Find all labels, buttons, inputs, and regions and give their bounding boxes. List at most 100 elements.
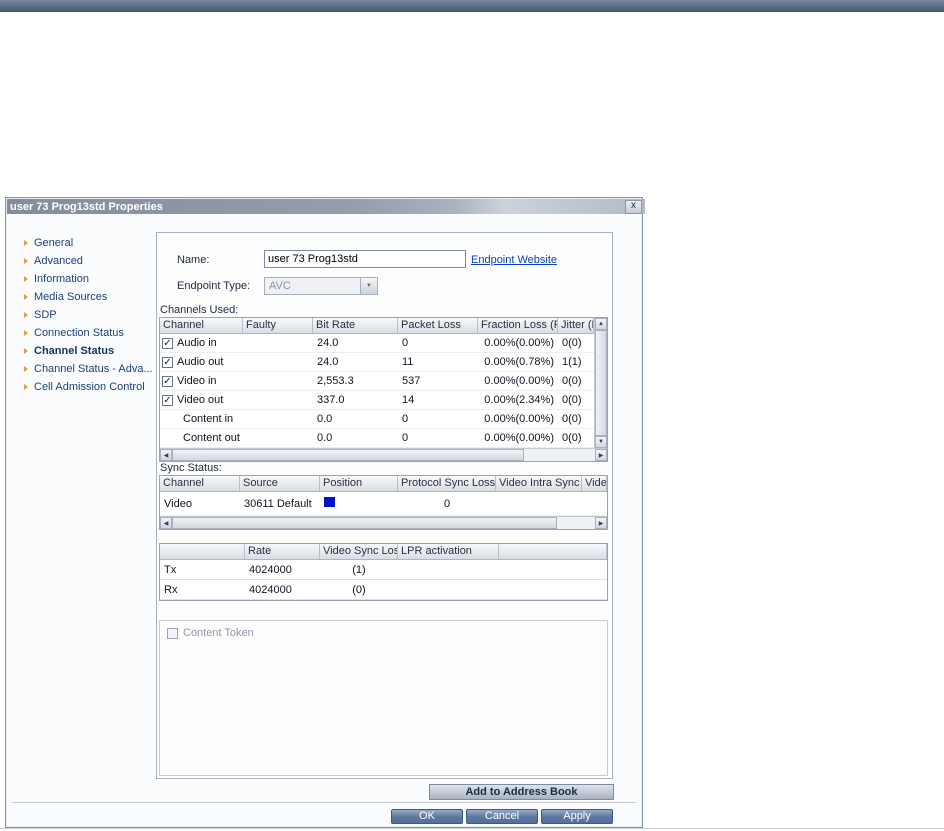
sync-table-header: Channel Source Position Protocol Sync Lo… [160,476,607,492]
sidebar-item-channel-status-advanced[interactable]: Channel Status - Adva... [24,360,156,378]
close-icon[interactable]: x [625,199,642,214]
column-header-video-intra-sync: Video Intra Sync [496,476,582,491]
scroll-down-icon[interactable]: ▼ [595,436,607,448]
sidebar-item-label: SDP [34,309,57,321]
apply-button[interactable]: Apply [541,809,613,824]
column-header-packet-loss: Packet Loss [398,318,478,333]
scroll-left-icon[interactable]: ◀ [160,517,172,529]
sidebar-item-label: Connection Status [34,327,124,339]
scrollbar-thumb[interactable] [172,449,524,461]
table-cell: Video out [160,394,243,406]
table-row-audio-in[interactable]: Audio in 24.0 0 0.00%(0.00%) 0(0) [160,334,594,353]
sidebar-item-label: Channel Status - Adva... [34,363,153,375]
table-row-video-in[interactable]: Video in 2,553.3 537 0.00%(0.00%) 0(0) [160,372,594,391]
channel-checkbox[interactable] [162,337,173,349]
sync-status-table: Channel Source Position Protocol Sync Lo… [159,475,608,530]
content-token-control[interactable]: Content Token [167,627,254,639]
scroll-left-icon[interactable]: ◀ [160,449,172,461]
table-cell: (0) [352,583,366,596]
sidebar-item-label: General [34,237,74,249]
channel-checkbox[interactable] [162,394,173,406]
table-row-tx[interactable]: Tx 4024000 (1) [160,560,607,580]
scroll-right-icon[interactable]: ▶ [595,517,607,529]
column-header-video-r: Video R [582,476,607,491]
sidebar-item-general[interactable]: General [24,234,156,252]
table-row-rx[interactable]: Rx 4024000 (0) [160,580,607,600]
table-cell [320,497,398,510]
column-header-channel: Channel [160,476,240,491]
table-cell: 0(0) [562,394,582,406]
properties-dialog: user 73 Prog13std Properties x General A… [5,197,645,828]
add-to-address-book-button[interactable]: Add to Address Book [429,784,614,800]
name-input[interactable] [264,250,466,268]
channel-name: Audio out [177,356,224,368]
content-token-checkbox[interactable] [167,627,178,639]
table-row-content-out[interactable]: Content out 0.0 0 0.00%(0.00%) 0(0) [160,429,594,448]
table-row-audio-out[interactable]: Audio out 24.0 11 0.00%(0.78%) 1(1) [160,353,594,372]
scrollbar-thumb[interactable] [595,330,607,436]
table-cell: 0(0) [562,375,582,387]
scrollbar-thumb[interactable] [172,517,557,529]
top-banner [0,0,944,12]
sidebar-item-connection-status[interactable]: Connection Status [24,324,156,342]
channels-used-label: Channels Used: [160,304,239,316]
cancel-button[interactable]: Cancel [466,809,538,824]
scroll-up-icon[interactable]: ▲ [595,318,607,330]
chevron-right-icon [24,312,28,318]
table-cell: 0(0) [562,413,582,425]
sidebar-item-label: Advanced [34,255,83,267]
table-cell: Rx [164,583,178,596]
sidebar-item-cell-admission-control[interactable]: Cell Admission Control [24,378,156,396]
table-cell: 0.00%(0.00%) [484,375,554,387]
endpoint-type-select[interactable]: AVC ▼ [264,277,378,295]
endpoint-website-link[interactable]: Endpoint Website [471,254,557,266]
channel-checkbox[interactable] [162,356,173,368]
table-row-video-sync[interactable]: Video 30611 Default 0 [160,492,607,516]
column-header-protocol-sync-loss: Protocol Sync Loss [398,476,496,491]
scroll-right-icon[interactable]: ▶ [595,449,607,461]
endpoint-type-value: AVC [269,280,291,292]
dialog-title: user 73 Prog13std Properties [10,200,163,213]
table-cell: 2,553.3 [317,375,354,387]
table-cell: 0.00%(0.00%) [484,413,554,425]
table-row-content-in[interactable]: Content in 0.0 0 0.00%(0.00%) 0(0) [160,410,594,429]
column-header-channel: Channel [160,318,243,333]
sidebar-item-information[interactable]: Information [24,270,156,288]
horizontal-scrollbar[interactable]: ◀ ▶ [160,448,607,461]
column-header-video-sync-loss: Video Sync Loss [320,544,398,559]
ok-button[interactable]: OK [391,809,463,824]
chevron-right-icon [24,384,28,390]
rate-table-header: Rate Video Sync Loss LPR activation [160,544,607,560]
channel-name: Video in [177,375,217,387]
table-cell: 0(0) [562,337,582,349]
sidebar-item-sdp[interactable]: SDP [24,306,156,324]
channel-checkbox[interactable] [162,375,173,387]
table-cell: 14 [402,394,415,406]
sidebar-item-label: Channel Status [34,345,115,357]
horizontal-scrollbar[interactable]: ◀ ▶ [160,516,607,529]
column-header-source: Source [240,476,320,491]
table-cell: 4024000 [249,563,292,576]
column-header-blank [499,544,607,559]
table-row-video-out[interactable]: Video out 337.0 14 0.00%(2.34%) 0(0) [160,391,594,410]
table-cell: Audio in [160,337,243,349]
sidebar-item-label: Cell Admission Control [34,381,145,393]
vertical-scrollbar[interactable]: ▲ ▼ [594,318,607,448]
content-token-groupbox: Content Token [159,620,608,776]
footer-divider [12,802,636,804]
sidebar-item-advanced[interactable]: Advanced [24,252,156,270]
table-cell: 337.0 [317,394,345,406]
table-cell: Tx [164,563,177,576]
table-cell: 1(1) [562,356,582,368]
channels-table: Channel Faulty Bit Rate Packet Loss Frac… [159,317,608,462]
sidebar-item-channel-status[interactable]: Channel Status [24,342,156,360]
table-cell: Video in [160,375,243,387]
table-cell: 0.00%(0.00%) [484,337,554,349]
content-token-label: Content Token [183,627,254,639]
sync-status-label: Sync Status: [160,462,222,474]
table-cell: 0.00%(0.78%) [484,356,554,368]
dialog-titlebar[interactable]: user 73 Prog13std Properties x [7,199,645,214]
position-color-swatch [324,497,335,507]
table-cell: 0 [402,413,409,425]
sidebar-item-media-sources[interactable]: Media Sources [24,288,156,306]
